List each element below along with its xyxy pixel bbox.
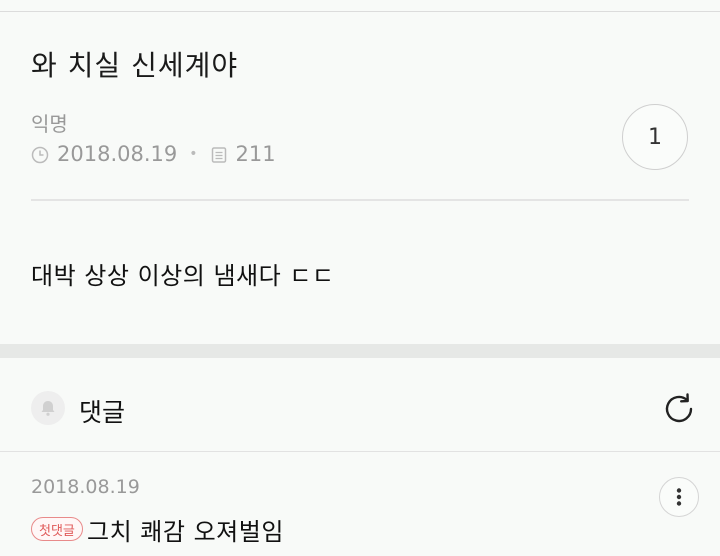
section-separator — [0, 344, 720, 358]
first-comment-badge: 첫댓글 — [31, 517, 83, 541]
post-title: 와 치실 신세계야 — [31, 49, 239, 82]
more-vertical-icon — [676, 488, 682, 506]
post-date: 2018.08.19 — [57, 142, 178, 166]
top-divider — [0, 11, 720, 12]
comments-heading: 댓글 — [79, 398, 126, 427]
document-icon — [210, 145, 228, 163]
comment-date: 2018.08.19 — [31, 476, 140, 498]
more-options-button[interactable] — [659, 477, 699, 517]
comment-text: 그치 쾌감 오져벌임 — [87, 518, 284, 546]
title-divider — [31, 199, 689, 201]
meta-separator: • — [189, 146, 198, 162]
post-meta: 2018.08.19 • 211 — [31, 142, 276, 166]
bell-icon[interactable] — [31, 391, 65, 425]
refresh-icon[interactable] — [660, 390, 698, 428]
clock-icon — [31, 145, 49, 164]
post-author: 익명 — [31, 112, 68, 136]
comments-divider — [0, 451, 720, 452]
post-body: 대박 상상 이상의 냄새다 ㄷㄷ — [31, 262, 335, 290]
comment-count-button[interactable]: 1 — [622, 104, 688, 170]
post-views: 211 — [235, 142, 276, 166]
